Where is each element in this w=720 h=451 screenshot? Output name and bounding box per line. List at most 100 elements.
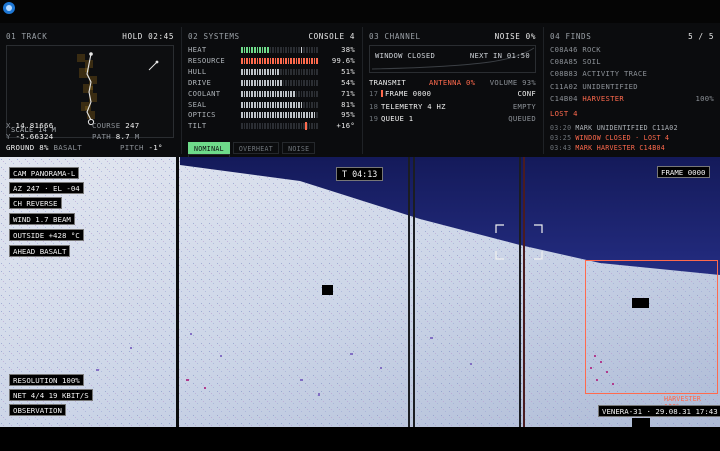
channel-window-status: WINDOW CLOSED NEXT IN 01:50	[369, 45, 536, 73]
find-item[interactable]: C08B83 ACTIVITY TRACE	[550, 69, 714, 79]
find-item[interactable]: C08A85 SOIL	[550, 57, 714, 67]
path-unit: M	[134, 132, 140, 141]
track-ground-row: GROUND 8% BASALT	[6, 143, 82, 152]
system-row-coolant: COOLANT 71%	[188, 89, 355, 99]
lost-counter: LOST 4	[550, 109, 578, 118]
queue-item-status: QUEUED	[508, 114, 536, 123]
system-value: 81%	[341, 99, 355, 109]
system-value: 99.6%	[331, 55, 355, 65]
tab-noise[interactable]: NOISE	[282, 142, 316, 154]
find-label: HARVESTER	[582, 93, 625, 103]
window-titlebar	[0, 0, 720, 23]
course-label: COURSE	[92, 121, 121, 130]
noise-level: NOISE 0%	[494, 32, 536, 41]
channel-panel: 03 CHANNEL NOISE 0% WINDOW CLOSED NEXT I…	[362, 27, 542, 154]
system-level-bar	[241, 47, 319, 53]
system-level-bar	[241, 57, 319, 64]
find-label: ROCK	[582, 45, 601, 54]
track-y-row: Y -5.66324	[6, 132, 54, 141]
hold-timer: HOLD 02:45	[122, 32, 174, 41]
finds-title: 04 FINDS	[550, 32, 592, 41]
log-text: WINDOW CLOSED · LOST 4	[575, 134, 670, 142]
systems-tabs: NOMINALOVERHEATNOISESESSION	[188, 142, 361, 166]
tab-nominal[interactable]: NOMINAL	[188, 142, 230, 154]
next-window-timer: NEXT IN 01:50	[469, 51, 530, 60]
channel-mode: CH REVERSE	[9, 197, 62, 209]
log-entry: 03:20 MARK UNIDENTIFIED C11A02	[550, 124, 716, 133]
observation-button[interactable]: OBSERVATION	[9, 404, 66, 416]
track-path-row: PATH 8.7 M	[92, 132, 140, 141]
resolution-readout: RESOLUTION 100%	[9, 374, 84, 386]
find-item[interactable]: C11A02 UNIDENTIFIED	[550, 82, 714, 92]
system-level-bar	[241, 101, 319, 108]
system-row-tilt: TILT +16°	[188, 121, 355, 131]
system-level-bar	[241, 68, 319, 75]
track-course-row: COURSE 247	[92, 121, 140, 130]
find-label: SOIL	[582, 57, 601, 67]
camera-view[interactable]: CAM PANORAMA-L AZ 247 · EL -04 CH REVERS…	[0, 157, 720, 427]
transmit-row: TRANSMIT ANTENNA 0% VOLUME 93%	[369, 78, 536, 88]
track-title: 01 TRACK	[6, 32, 48, 41]
systems-title: 02 SYSTEMS	[188, 32, 240, 41]
system-value: 54%	[341, 77, 355, 87]
channel-title: 03 CHANNEL	[369, 32, 421, 41]
system-level-bar	[241, 90, 319, 97]
waypoint-marker[interactable]	[322, 285, 333, 295]
harvester-target-box[interactable]	[585, 260, 718, 394]
queue-item-status: EMPTY	[512, 101, 536, 111]
pitch-value: -1°	[148, 143, 163, 152]
log-entry: 03:43 MARK HARVESTER C14B04	[550, 144, 716, 153]
bottom-bar	[0, 427, 720, 451]
system-row-resource: RESOURCE 99.6%	[188, 56, 355, 66]
find-item[interactable]: C14B04 HARVESTER 100%	[550, 94, 714, 104]
system-row-heat: HEAT 38%	[188, 45, 355, 55]
x-label: X	[6, 121, 11, 130]
system-label: HEAT	[188, 45, 207, 54]
finds-count: 5 / 5	[688, 32, 714, 41]
find-label: UNIDENTIFIED	[582, 81, 638, 91]
log-time: 03:43	[550, 144, 572, 152]
system-row-optics: OPTICS 95%	[188, 110, 355, 120]
course-value: 247	[125, 121, 140, 130]
y-value: -5.66324	[15, 132, 54, 141]
system-value: 95%	[341, 110, 355, 120]
log-text: MARK UNIDENTIFIED C11A02	[575, 124, 678, 132]
finds-panel: 04 FINDS 5 / 5 C08A46 ROCK C08A85 SOIL C08…	[543, 27, 720, 154]
system-row-hull: HULL 51%	[188, 67, 355, 77]
queue-item[interactable]: 18 TELEMETRY 4 HZ EMPTY	[369, 102, 536, 112]
transmit-label: TRANSMIT	[369, 78, 407, 87]
channel-header: 03 CHANNEL NOISE 0%	[369, 32, 536, 42]
horizon-tick	[632, 418, 650, 427]
y-label: Y	[6, 132, 11, 141]
track-panel: 01 TRACK HOLD 02:45 SCALE 14 M X 14.8166…	[0, 27, 180, 154]
log-text: MARK HARVESTER C14B04	[575, 144, 666, 152]
system-label: TILT	[188, 121, 207, 131]
ahead-terrain: AHEAD BASALT	[9, 245, 71, 257]
ground-label: GROUND	[6, 143, 35, 152]
systems-header: 02 SYSTEMS CONSOLE 4	[188, 32, 355, 42]
queue-item[interactable]: 17 FRAME 0000 CONF	[369, 89, 536, 99]
wind-readout: WIND 1.7 BEAM	[9, 213, 75, 225]
queue-item[interactable]: 19 QUEUE 1 QUEUED	[369, 114, 536, 124]
system-label: SEAL	[188, 99, 207, 109]
find-id: C08A85	[550, 57, 578, 67]
find-id: C08B83	[550, 69, 578, 79]
network-readout: NET 4/4 19 KBIT/S	[9, 389, 93, 401]
frame-counter: FRAME 0000	[657, 166, 710, 178]
az-el-readout: AZ 247 · EL -04	[9, 182, 84, 194]
hud-panel: 01 TRACK HOLD 02:45 SCALE 14 M X 14.8166…	[0, 23, 720, 166]
queue-item-number: 18	[369, 101, 379, 111]
tab-overheat[interactable]: OVERHEAT	[232, 142, 280, 154]
track-x-row: X 14.81666	[6, 121, 54, 130]
capture-stamp: VENERA-31 · 29.08.31 17:43	[598, 405, 720, 417]
system-label: RESOURCE	[188, 55, 226, 65]
app-logo-icon[interactable]	[3, 2, 15, 14]
find-id: C08A46	[550, 45, 578, 54]
system-label: DRIVE	[188, 77, 212, 87]
volume-level: VOLUME 93%	[489, 78, 536, 87]
queue-item-label: TELEMETRY 4 HZ	[381, 101, 446, 111]
find-value: 100%	[695, 93, 714, 103]
systems-panel: 02 SYSTEMS CONSOLE 4 HEAT 38% RESOURCE 99.6…	[181, 27, 361, 166]
find-item[interactable]: C08A46 ROCK	[550, 45, 714, 55]
find-id: C11A02	[550, 81, 578, 91]
